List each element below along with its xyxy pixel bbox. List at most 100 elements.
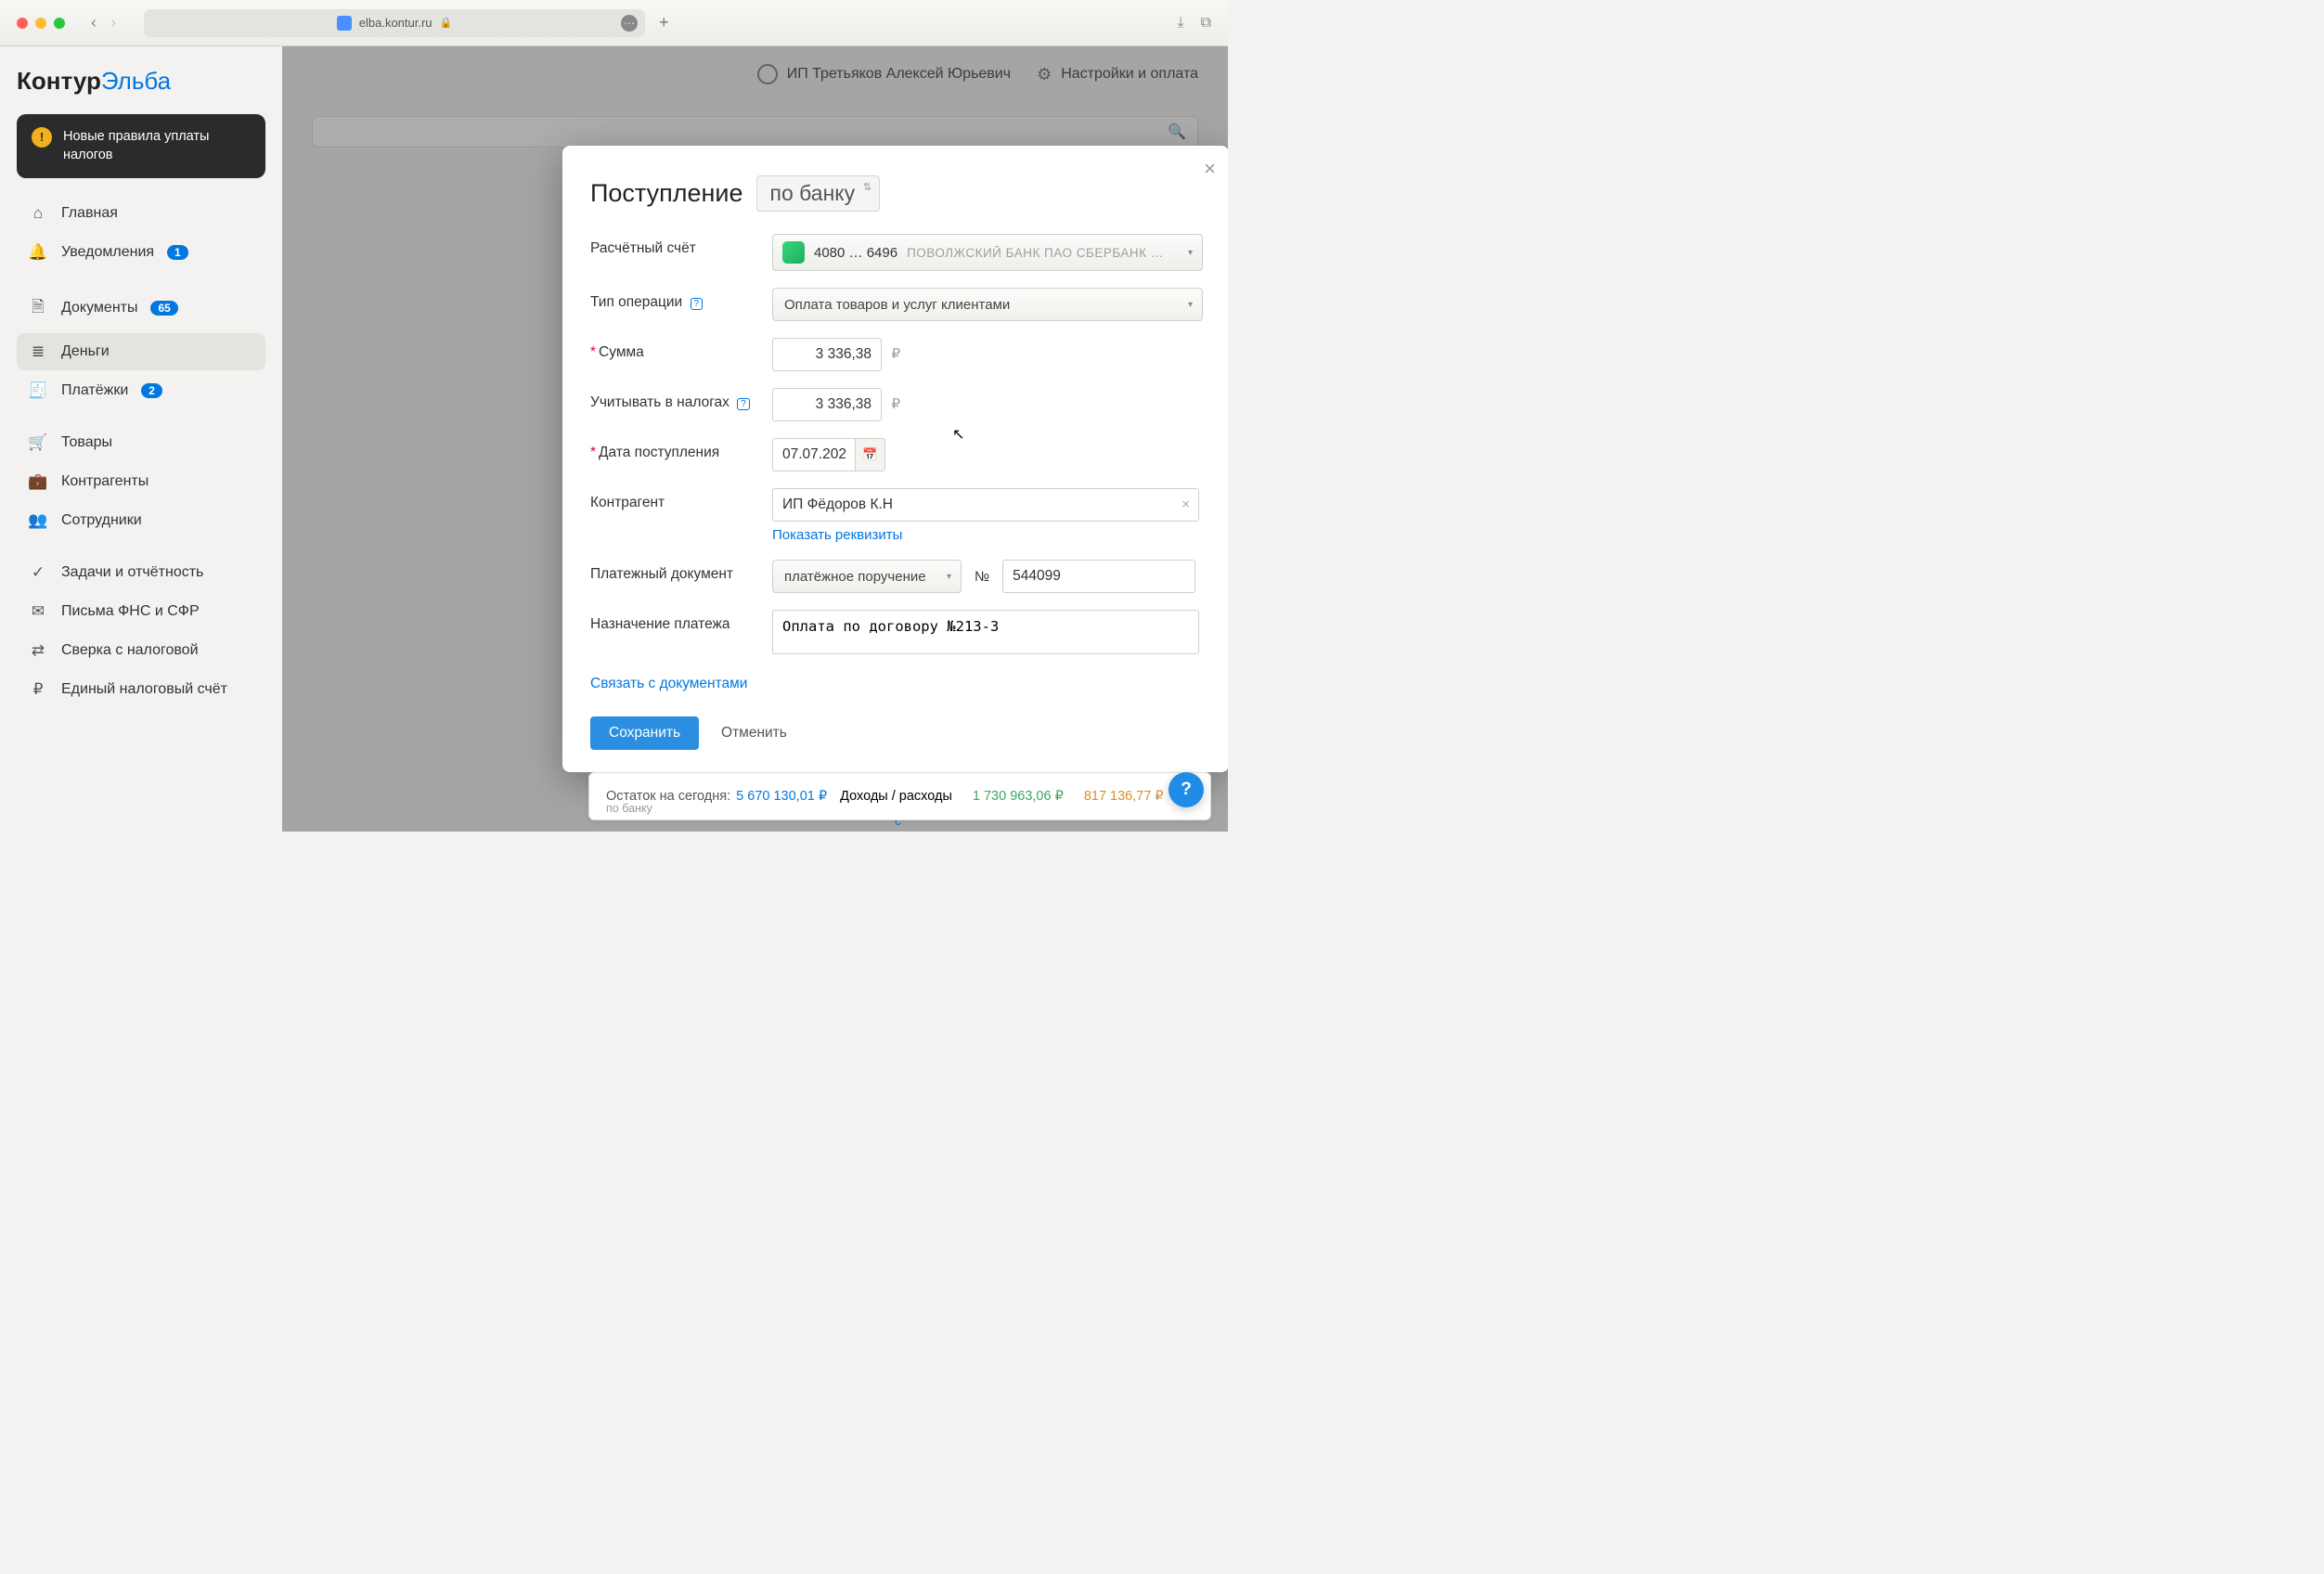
label-doc-num: №	[975, 569, 989, 585]
sidebar-item-documents[interactable]: 🗎 Документы 65	[17, 286, 265, 331]
sidebar-item-label: Единый налоговый счёт	[61, 681, 227, 698]
money-icon: ≣	[28, 342, 48, 361]
logo: КонтурЭльба	[17, 67, 265, 96]
help-icon[interactable]: ?	[691, 298, 704, 310]
sidebar-item-label: Контрагенты	[61, 473, 148, 490]
doc-number-input[interactable]	[1002, 560, 1195, 593]
browser-right-controls: ⤓ ⧉	[1177, 15, 1211, 32]
sidebar-item-label: Задачи и отчётность	[61, 564, 203, 581]
reader-mode-icon[interactable]: ⋯	[621, 15, 638, 32]
label-account: Расчётный счёт	[590, 234, 772, 257]
balance-bar: Остаток на сегодня: 5 670 130,01 ₽ по ба…	[588, 772, 1211, 820]
logo-main: Контур	[17, 67, 101, 95]
help-icon[interactable]: ?	[737, 398, 750, 410]
app-container: КонтурЭльба ! Новые правила уплаты налог…	[0, 46, 1228, 832]
sidebar-item-label: Товары	[61, 434, 112, 451]
account-number: 4080 … 6496	[814, 245, 897, 261]
close-window-icon[interactable]	[17, 18, 28, 29]
lock-icon: 🔒	[440, 17, 453, 29]
browser-nav: ‹ ›	[91, 13, 116, 32]
badge: 2	[141, 383, 162, 398]
badge: 65	[150, 301, 177, 316]
balance-sub: по банку	[606, 802, 652, 815]
minimize-window-icon[interactable]	[35, 18, 46, 29]
ruble-symbol: ₽	[891, 396, 900, 412]
sidebar-item-money[interactable]: ≣ Деньги	[17, 333, 265, 370]
sidebar: КонтурЭльба ! Новые правила уплаты налог…	[0, 46, 282, 832]
sidebar-item-letters[interactable]: ✉ Письма ФНС и СФР	[17, 593, 265, 630]
clear-icon[interactable]: ×	[1181, 497, 1190, 512]
balance-value: 5 670 130,01 ₽	[736, 789, 827, 804]
logo-sub: Эльба	[101, 67, 171, 95]
tabs-icon[interactable]: ⧉	[1201, 15, 1211, 32]
receipt-icon: 🧾	[28, 381, 48, 400]
forward-button: ›	[110, 13, 116, 32]
main-area: ИП Третьяков Алексей Юрьевич ⚙ Настройки…	[282, 46, 1228, 832]
sidebar-item-employees[interactable]: 👥 Сотрудники	[17, 502, 265, 539]
save-button[interactable]: Сохранить	[590, 716, 699, 750]
sidebar-item-payments[interactable]: 🧾 Платёжки 2	[17, 372, 265, 409]
warning-icon: !	[32, 127, 52, 148]
alert-banner[interactable]: ! Новые правила уплаты налогов	[17, 114, 265, 178]
swap-icon: ⇄	[28, 641, 48, 660]
sidebar-item-counterparties[interactable]: 💼 Контрагенты	[17, 463, 265, 500]
expense-value: 817 136,77 ₽	[1084, 789, 1164, 804]
amount-input[interactable]	[772, 338, 882, 371]
label-doc: Платежный документ	[590, 560, 772, 583]
maximize-window-icon[interactable]	[54, 18, 65, 29]
label-counterparty: Контрагент	[590, 488, 772, 511]
label-purpose: Назначение платежа	[590, 610, 772, 633]
sidebar-item-goods[interactable]: 🛒 Товары	[17, 424, 265, 461]
cancel-button[interactable]: Отменить	[721, 725, 787, 742]
sidebar-item-reconciliation[interactable]: ⇄ Сверка с налоговой	[17, 632, 265, 669]
sidebar-item-home[interactable]: ⌂ Главная	[17, 195, 265, 232]
calendar-icon[interactable]: 📅	[856, 438, 885, 471]
bell-icon: 🔔	[28, 243, 48, 262]
people-icon: 👥	[28, 511, 48, 530]
sidebar-item-label: Сотрудники	[61, 512, 142, 529]
label-tax-amount: Учитывать в налогах ?	[590, 388, 772, 411]
date-input[interactable]	[772, 438, 856, 471]
ruble-symbol: ₽	[891, 346, 900, 362]
purpose-textarea[interactable]	[772, 610, 1199, 654]
ruble-icon: ₽	[28, 680, 48, 699]
ratio-label: Доходы / расходы	[840, 789, 952, 804]
sidebar-item-label: Сверка с налоговой	[61, 642, 199, 659]
doc-type-select[interactable]: платёжное поручение	[772, 560, 962, 593]
back-button[interactable]: ‹	[91, 13, 97, 32]
browser-chrome: ‹ › elba.kontur.ru 🔒 ⋯ + ⤓ ⧉	[0, 0, 1228, 46]
income-modal: × Поступление по банку Расчётный счёт 40…	[562, 146, 1228, 772]
url-text: elba.kontur.ru	[359, 16, 433, 30]
sidebar-item-label: Письма ФНС и СФР	[61, 603, 200, 620]
sidebar-item-notifications[interactable]: 🔔 Уведомления 1	[17, 234, 265, 271]
close-icon[interactable]: ×	[1204, 157, 1216, 181]
sidebar-item-label: Платёжки	[61, 382, 128, 399]
tax-amount-input[interactable]	[772, 388, 882, 421]
sidebar-item-label: Главная	[61, 205, 118, 222]
account-select[interactable]: 4080 … 6496 ПОВОЛЖСКИЙ БАНК ПАО СБЕРБАНК…	[772, 234, 1203, 271]
sidebar-item-label: Документы	[61, 300, 137, 316]
link-documents[interactable]: Связать с документами	[590, 676, 1203, 692]
sidebar-item-tax-account[interactable]: ₽ Единый налоговый счёт	[17, 671, 265, 708]
window-controls	[17, 18, 65, 29]
label-amount: *Сумма	[590, 338, 772, 361]
cart-icon: 🛒	[28, 433, 48, 452]
sidebar-item-tasks[interactable]: ✓ Задачи и отчётность	[17, 554, 265, 591]
modal-title: Поступление по банку	[590, 175, 1203, 212]
counterparty-input[interactable]	[772, 488, 1199, 522]
sidebar-item-label: Уведомления	[61, 244, 154, 261]
alert-text: Новые правила уплаты налогов	[63, 127, 251, 165]
modal-title-text: Поступление	[590, 179, 743, 208]
income-value: 1 730 963,06 ₽	[973, 789, 1064, 804]
operation-type-select[interactable]: Оплата товаров и услуг клиентами	[772, 288, 1203, 321]
income-source-select[interactable]: по банку	[756, 175, 881, 212]
downloads-icon[interactable]: ⤓	[1177, 15, 1183, 32]
help-fab[interactable]: ?	[1168, 772, 1204, 807]
badge: 1	[167, 245, 188, 260]
show-requisites-link[interactable]: Показать реквизиты	[772, 527, 1203, 543]
new-tab-button[interactable]: +	[659, 13, 669, 32]
label-date: *Дата поступления	[590, 438, 772, 461]
bank-name: ПОВОЛЖСКИЙ БАНК ПАО СБЕРБАНК …	[907, 246, 1164, 260]
label-op-type: Тип операции ?	[590, 288, 772, 311]
url-bar[interactable]: elba.kontur.ru 🔒 ⋯	[144, 9, 645, 37]
